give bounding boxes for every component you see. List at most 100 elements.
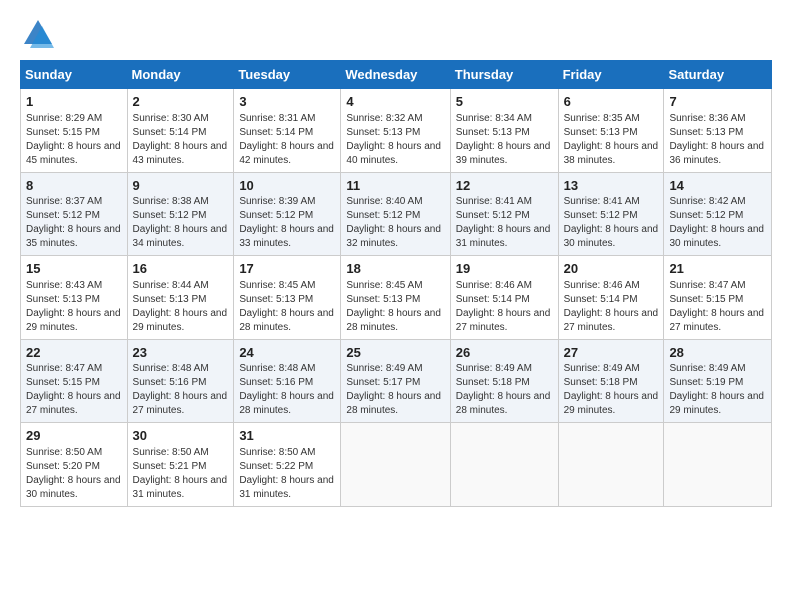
- calendar-cell: 1Sunrise: 8:29 AM Sunset: 5:15 PM Daylig…: [21, 89, 128, 173]
- day-number: 1: [26, 93, 122, 111]
- day-info: Sunrise: 8:46 AM Sunset: 5:14 PM Dayligh…: [564, 279, 659, 335]
- logo-icon: [20, 16, 56, 52]
- calendar-header-cell: Thursday: [450, 61, 558, 89]
- day-info: Sunrise: 8:45 AM Sunset: 5:13 PM Dayligh…: [239, 279, 335, 335]
- day-info: Sunrise: 8:49 AM Sunset: 5:18 PM Dayligh…: [456, 362, 553, 418]
- day-info: Sunrise: 8:43 AM Sunset: 5:13 PM Dayligh…: [26, 279, 122, 335]
- calendar-cell: 23Sunrise: 8:48 AM Sunset: 5:16 PM Dayli…: [127, 339, 234, 423]
- calendar-cell: 7Sunrise: 8:36 AM Sunset: 5:13 PM Daylig…: [664, 89, 772, 173]
- day-info: Sunrise: 8:50 AM Sunset: 5:20 PM Dayligh…: [26, 446, 122, 502]
- day-number: 16: [133, 260, 229, 278]
- day-info: Sunrise: 8:46 AM Sunset: 5:14 PM Dayligh…: [456, 279, 553, 335]
- day-info: Sunrise: 8:50 AM Sunset: 5:22 PM Dayligh…: [239, 446, 335, 502]
- calendar-week-row: 1Sunrise: 8:29 AM Sunset: 5:15 PM Daylig…: [21, 89, 772, 173]
- day-number: 7: [669, 93, 766, 111]
- calendar-header-cell: Sunday: [21, 61, 128, 89]
- day-info: Sunrise: 8:31 AM Sunset: 5:14 PM Dayligh…: [239, 112, 335, 168]
- day-number: 12: [456, 177, 553, 195]
- day-info: Sunrise: 8:42 AM Sunset: 5:12 PM Dayligh…: [669, 195, 766, 251]
- day-number: 11: [346, 177, 444, 195]
- calendar-header-cell: Friday: [558, 61, 664, 89]
- calendar-cell: [664, 423, 772, 507]
- day-info: Sunrise: 8:49 AM Sunset: 5:17 PM Dayligh…: [346, 362, 444, 418]
- day-info: Sunrise: 8:29 AM Sunset: 5:15 PM Dayligh…: [26, 112, 122, 168]
- calendar-cell: 24Sunrise: 8:48 AM Sunset: 5:16 PM Dayli…: [234, 339, 341, 423]
- day-info: Sunrise: 8:36 AM Sunset: 5:13 PM Dayligh…: [669, 112, 766, 168]
- day-info: Sunrise: 8:38 AM Sunset: 5:12 PM Dayligh…: [133, 195, 229, 251]
- day-number: 4: [346, 93, 444, 111]
- day-info: Sunrise: 8:37 AM Sunset: 5:12 PM Dayligh…: [26, 195, 122, 251]
- calendar-cell: 2Sunrise: 8:30 AM Sunset: 5:14 PM Daylig…: [127, 89, 234, 173]
- day-info: Sunrise: 8:32 AM Sunset: 5:13 PM Dayligh…: [346, 112, 444, 168]
- day-number: 20: [564, 260, 659, 278]
- calendar-cell: 14Sunrise: 8:42 AM Sunset: 5:12 PM Dayli…: [664, 172, 772, 256]
- day-number: 23: [133, 344, 229, 362]
- day-number: 6: [564, 93, 659, 111]
- calendar-cell: 28Sunrise: 8:49 AM Sunset: 5:19 PM Dayli…: [664, 339, 772, 423]
- calendar-cell: 8Sunrise: 8:37 AM Sunset: 5:12 PM Daylig…: [21, 172, 128, 256]
- calendar-cell: 16Sunrise: 8:44 AM Sunset: 5:13 PM Dayli…: [127, 256, 234, 340]
- page: SundayMondayTuesdayWednesdayThursdayFrid…: [0, 0, 792, 612]
- day-number: 27: [564, 344, 659, 362]
- calendar-cell: 22Sunrise: 8:47 AM Sunset: 5:15 PM Dayli…: [21, 339, 128, 423]
- calendar-cell: 25Sunrise: 8:49 AM Sunset: 5:17 PM Dayli…: [341, 339, 450, 423]
- day-info: Sunrise: 8:39 AM Sunset: 5:12 PM Dayligh…: [239, 195, 335, 251]
- calendar-cell: 20Sunrise: 8:46 AM Sunset: 5:14 PM Dayli…: [558, 256, 664, 340]
- day-number: 8: [26, 177, 122, 195]
- day-number: 18: [346, 260, 444, 278]
- header: [20, 16, 772, 52]
- calendar-cell: 29Sunrise: 8:50 AM Sunset: 5:20 PM Dayli…: [21, 423, 128, 507]
- calendar-week-row: 15Sunrise: 8:43 AM Sunset: 5:13 PM Dayli…: [21, 256, 772, 340]
- calendar-week-row: 29Sunrise: 8:50 AM Sunset: 5:20 PM Dayli…: [21, 423, 772, 507]
- day-number: 14: [669, 177, 766, 195]
- calendar-cell: 9Sunrise: 8:38 AM Sunset: 5:12 PM Daylig…: [127, 172, 234, 256]
- calendar-header-row: SundayMondayTuesdayWednesdayThursdayFrid…: [21, 61, 772, 89]
- calendar-cell: 6Sunrise: 8:35 AM Sunset: 5:13 PM Daylig…: [558, 89, 664, 173]
- calendar-cell: 11Sunrise: 8:40 AM Sunset: 5:12 PM Dayli…: [341, 172, 450, 256]
- calendar-cell: 19Sunrise: 8:46 AM Sunset: 5:14 PM Dayli…: [450, 256, 558, 340]
- calendar-cell: 21Sunrise: 8:47 AM Sunset: 5:15 PM Dayli…: [664, 256, 772, 340]
- calendar-cell: 31Sunrise: 8:50 AM Sunset: 5:22 PM Dayli…: [234, 423, 341, 507]
- calendar-cell: 30Sunrise: 8:50 AM Sunset: 5:21 PM Dayli…: [127, 423, 234, 507]
- calendar-cell: 17Sunrise: 8:45 AM Sunset: 5:13 PM Dayli…: [234, 256, 341, 340]
- calendar-cell: 12Sunrise: 8:41 AM Sunset: 5:12 PM Dayli…: [450, 172, 558, 256]
- day-number: 24: [239, 344, 335, 362]
- day-number: 29: [26, 427, 122, 445]
- day-number: 21: [669, 260, 766, 278]
- day-info: Sunrise: 8:48 AM Sunset: 5:16 PM Dayligh…: [239, 362, 335, 418]
- day-number: 2: [133, 93, 229, 111]
- day-number: 19: [456, 260, 553, 278]
- day-number: 25: [346, 344, 444, 362]
- day-number: 28: [669, 344, 766, 362]
- day-info: Sunrise: 8:47 AM Sunset: 5:15 PM Dayligh…: [669, 279, 766, 335]
- calendar-cell: 27Sunrise: 8:49 AM Sunset: 5:18 PM Dayli…: [558, 339, 664, 423]
- day-info: Sunrise: 8:47 AM Sunset: 5:15 PM Dayligh…: [26, 362, 122, 418]
- calendar-week-row: 8Sunrise: 8:37 AM Sunset: 5:12 PM Daylig…: [21, 172, 772, 256]
- day-number: 31: [239, 427, 335, 445]
- day-number: 30: [133, 427, 229, 445]
- day-number: 26: [456, 344, 553, 362]
- day-number: 5: [456, 93, 553, 111]
- calendar-cell: 26Sunrise: 8:49 AM Sunset: 5:18 PM Dayli…: [450, 339, 558, 423]
- day-number: 22: [26, 344, 122, 362]
- day-info: Sunrise: 8:49 AM Sunset: 5:19 PM Dayligh…: [669, 362, 766, 418]
- day-info: Sunrise: 8:30 AM Sunset: 5:14 PM Dayligh…: [133, 112, 229, 168]
- calendar-week-row: 22Sunrise: 8:47 AM Sunset: 5:15 PM Dayli…: [21, 339, 772, 423]
- calendar-cell: [558, 423, 664, 507]
- calendar-cell: 5Sunrise: 8:34 AM Sunset: 5:13 PM Daylig…: [450, 89, 558, 173]
- calendar-header-cell: Wednesday: [341, 61, 450, 89]
- calendar-header-cell: Monday: [127, 61, 234, 89]
- calendar-body: 1Sunrise: 8:29 AM Sunset: 5:15 PM Daylig…: [21, 89, 772, 507]
- calendar-header-cell: Saturday: [664, 61, 772, 89]
- day-number: 17: [239, 260, 335, 278]
- calendar: SundayMondayTuesdayWednesdayThursdayFrid…: [20, 60, 772, 507]
- day-info: Sunrise: 8:50 AM Sunset: 5:21 PM Dayligh…: [133, 446, 229, 502]
- day-info: Sunrise: 8:45 AM Sunset: 5:13 PM Dayligh…: [346, 279, 444, 335]
- day-info: Sunrise: 8:34 AM Sunset: 5:13 PM Dayligh…: [456, 112, 553, 168]
- calendar-cell: 15Sunrise: 8:43 AM Sunset: 5:13 PM Dayli…: [21, 256, 128, 340]
- day-number: 9: [133, 177, 229, 195]
- day-info: Sunrise: 8:49 AM Sunset: 5:18 PM Dayligh…: [564, 362, 659, 418]
- day-info: Sunrise: 8:35 AM Sunset: 5:13 PM Dayligh…: [564, 112, 659, 168]
- calendar-header-cell: Tuesday: [234, 61, 341, 89]
- day-number: 10: [239, 177, 335, 195]
